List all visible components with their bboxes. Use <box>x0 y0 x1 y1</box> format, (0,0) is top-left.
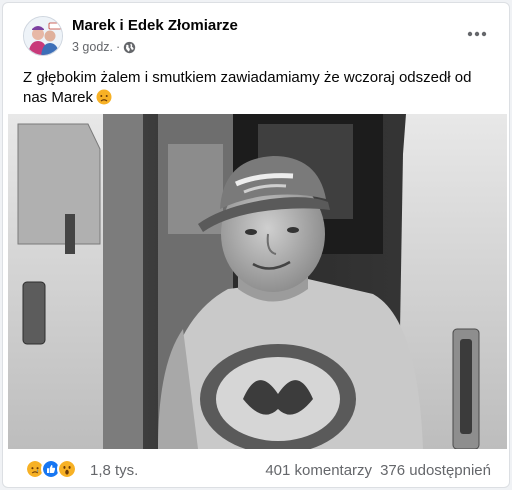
post-stats: 401 komentarzy 376 udostępnień <box>265 462 491 479</box>
post-text: Z głębokim żalem i smutkiem zawiadamiamy… <box>23 68 493 108</box>
post-text-content: Z głębokim żalem i smutkiem zawiadamiamy… <box>23 69 472 106</box>
post-time[interactable]: 3 godz. <box>72 40 113 54</box>
post-photo[interactable] <box>8 114 507 449</box>
page-name[interactable]: Marek i Edek Złomiarze <box>72 17 238 34</box>
post-header: Marek i Edek Złomiarze 3 godz. · <box>3 3 509 65</box>
avatar-image <box>24 17 62 55</box>
photo-image <box>8 114 507 449</box>
reactions-summary[interactable] <box>25 459 77 479</box>
more-icon <box>467 31 487 37</box>
shares-count[interactable]: 376 udostępnień <box>380 462 491 479</box>
globe-icon[interactable] <box>123 41 136 54</box>
post-meta: 3 godz. · <box>72 40 136 54</box>
comments-count[interactable]: 401 komentarzy <box>265 462 372 479</box>
post-card: Marek i Edek Złomiarze 3 godz. · Z głębo… <box>2 2 510 488</box>
page-avatar[interactable] <box>23 16 63 56</box>
wow-reaction-icon <box>57 459 77 479</box>
sad-face-icon <box>96 89 112 105</box>
reaction-count[interactable]: 1,8 tys. <box>90 462 138 479</box>
meta-separator: · <box>116 40 121 54</box>
post-footer: 1,8 tys. 401 komentarzy 376 udostępnień <box>3 453 509 487</box>
more-options-button[interactable] <box>463 20 491 48</box>
